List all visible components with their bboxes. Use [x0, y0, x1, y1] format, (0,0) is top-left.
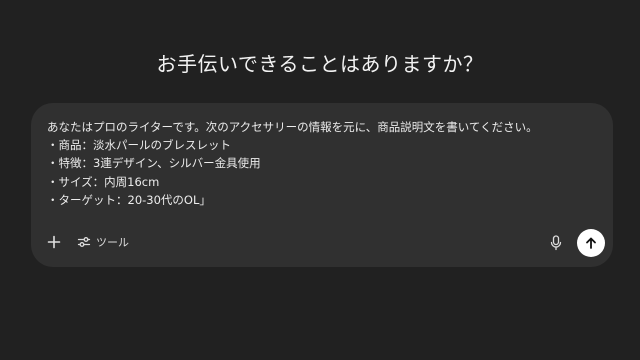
- sliders-icon: [77, 237, 91, 247]
- prompt-line: ・特徴：3連デザイン、シルバー金具使用: [47, 156, 261, 171]
- page-heading: お手伝いできることはありますか？: [156, 52, 484, 76]
- voice-input-button[interactable]: [545, 232, 567, 254]
- prompt-line: ・商品：淡水パールのブレスレット: [47, 138, 231, 153]
- tools-button[interactable]: ツール: [73, 231, 133, 253]
- add-attachment-button[interactable]: [43, 231, 65, 253]
- prompt-line: ・サイズ：内周16cm: [47, 174, 160, 189]
- prompt-line: あなたはプロのライターです。次のアクセサリーの情報を元に、商品説明文を書いてくだ…: [47, 120, 538, 134]
- microphone-icon: [550, 235, 562, 251]
- composer-toolbar-left: ツール: [43, 231, 133, 253]
- plus-icon: [47, 235, 61, 249]
- send-button[interactable]: [577, 229, 605, 257]
- prompt-line: ・ターゲット：20-30代のOL」: [47, 192, 211, 207]
- tools-label: ツール: [96, 236, 129, 249]
- composer-toolbar-right: [545, 229, 605, 257]
- prompt-composer[interactable]: あなたはプロのライターです。次のアクセサリーの情報を元に、商品説明文を書いてくだ…: [31, 103, 613, 267]
- arrow-up-icon: [586, 237, 596, 249]
- prompt-input[interactable]: あなたはプロのライターです。次のアクセサリーの情報を元に、商品説明文を書いてくだ…: [47, 118, 597, 209]
